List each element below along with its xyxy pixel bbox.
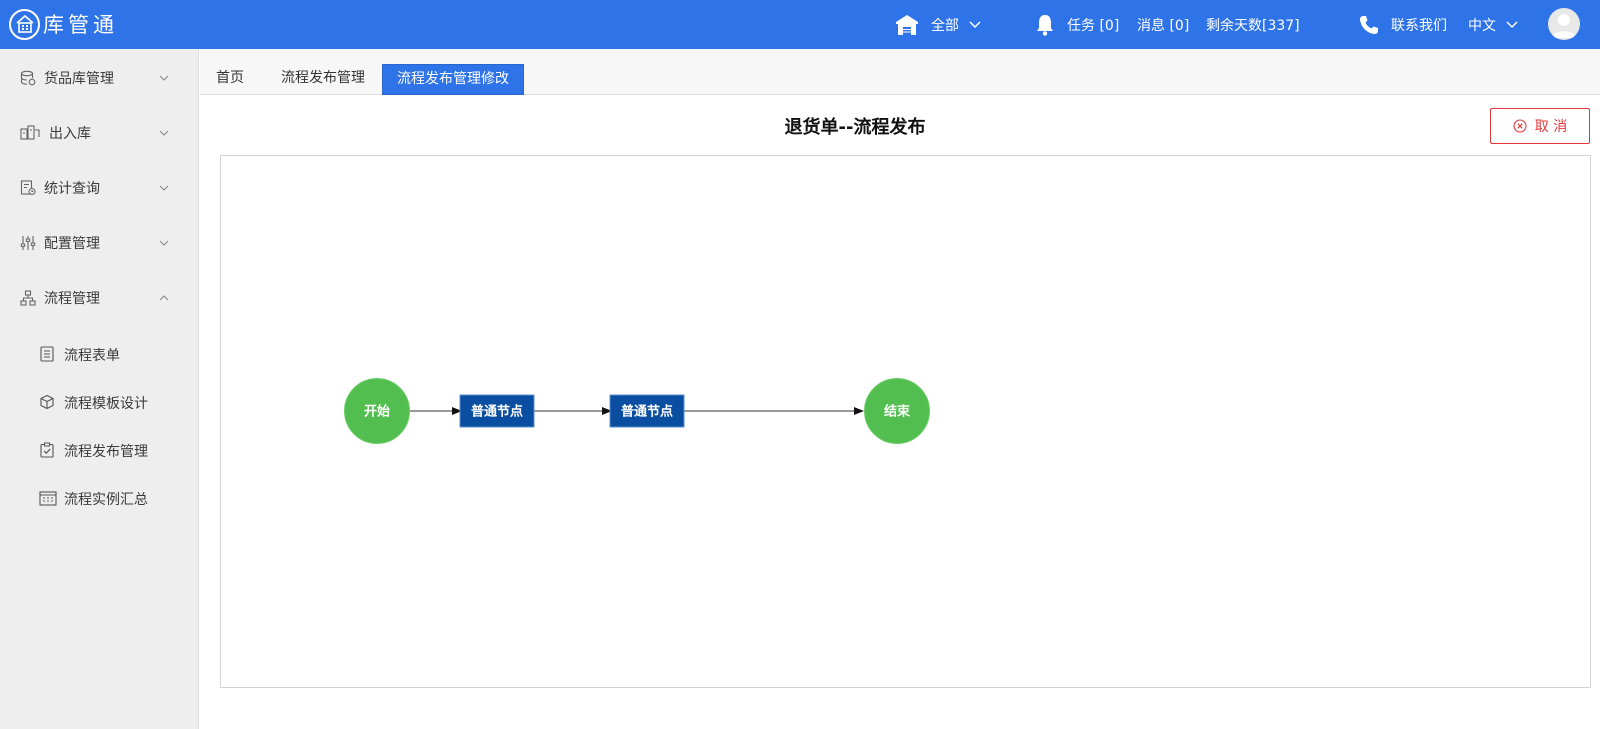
sidebar-item-label: 流程管理 [44, 291, 100, 307]
days-left: 剩余天数[337] [1206, 0, 1300, 49]
flow-diagram: 开始 普通节点 普通节点 结束 [344, 378, 930, 444]
tasks-count: 任务 [0] [1067, 17, 1120, 34]
sidebar-item-label: 配置管理 [44, 236, 100, 252]
chevron-down-icon [159, 75, 169, 81]
chevron-down-icon [969, 20, 981, 28]
sidebar-subitem-label: 流程模板设计 [64, 396, 148, 412]
sidebar-item-statistics[interactable]: 统计查询 [0, 168, 199, 208]
sidebar: 货品库管理 出入库 统计查询 配置管理 流程管理 流程表单 流程模板设计 流程发… [0, 49, 199, 729]
messages-link[interactable]: 消息 [0] [1137, 0, 1189, 49]
warehouse-logo-icon [9, 8, 40, 40]
flow-canvas[interactable]: 开始 普通节点 普通节点 结束 [220, 155, 1591, 688]
tasks-link[interactable]: 任务 [0] [1035, 0, 1119, 49]
chevron-up-icon [159, 295, 169, 301]
phone-icon [1360, 15, 1378, 34]
user-avatar[interactable] [1548, 8, 1580, 40]
calendar-grid-icon [39, 491, 57, 506]
app-name: 库管通 [43, 13, 118, 37]
form-icon [40, 346, 54, 362]
tab-home[interactable]: 首页 [200, 64, 260, 95]
sidebar-item-inout[interactable]: 出入库 [0, 113, 199, 153]
top-header: 库管通 全部 任务 [0] 消息 [0] 剩余天数[337] 联系我们 中文 [0, 0, 1600, 49]
sidebar-subitem-flow-instances[interactable]: 流程实例汇总 [0, 478, 199, 518]
sliders-icon [20, 236, 36, 250]
warehouse-icon [896, 14, 918, 35]
sidebar-item-label: 货品库管理 [44, 71, 114, 87]
sidebar-subitem-label: 流程表单 [64, 348, 120, 364]
report-icon [20, 180, 36, 196]
flow-node-start[interactable]: 开始 [344, 378, 410, 444]
clipboard-check-icon [40, 442, 54, 458]
warehouse-label: 全部 [931, 17, 959, 34]
cancel-button[interactable]: 取 消 [1490, 108, 1590, 144]
sidebar-item-label: 出入库 [49, 126, 91, 142]
inout-icon [20, 125, 40, 140]
chevron-down-icon [159, 185, 169, 191]
sidebar-subitem-flow-template[interactable]: 流程模板设计 [0, 382, 199, 422]
sidebar-item-label: 统计查询 [44, 181, 100, 197]
chevron-down-icon [159, 130, 169, 136]
cancel-label: 取 消 [1534, 119, 1568, 135]
sidebar-item-config[interactable]: 配置管理 [0, 223, 199, 263]
chevron-down-icon [159, 240, 169, 246]
page-title: 退货单--流程发布 [784, 117, 926, 138]
sidebar-item-inventory[interactable]: 货品库管理 [0, 58, 199, 98]
tab-label: 首页 [216, 70, 244, 86]
flow-node-normal[interactable]: 普通节点 [459, 394, 535, 428]
contact-us-label: 联系我们 [1391, 17, 1447, 34]
flow-node-label: 普通节点 [621, 404, 673, 420]
messages-count: 消息 [0] [1137, 17, 1190, 34]
close-circle-icon [1513, 119, 1527, 133]
tab-bar: 首页 流程发布管理 流程发布管理修改 [200, 49, 1600, 95]
sidebar-subitem-flow-form[interactable]: 流程表单 [0, 334, 199, 374]
tab-flow-publish[interactable]: 流程发布管理 [272, 64, 374, 95]
tab-label: 流程发布管理 [281, 70, 365, 86]
contact-us-link[interactable]: 联系我们 [1359, 0, 1447, 49]
flow-node-label: 结束 [884, 404, 911, 420]
chevron-down-icon [1506, 20, 1518, 28]
days-left-label: 剩余天数[337] [1206, 17, 1300, 34]
user-icon [1552, 14, 1576, 38]
flow-node-end[interactable]: 结束 [864, 378, 930, 444]
sidebar-subitem-flow-publish[interactable]: 流程发布管理 [0, 430, 199, 470]
language-selector[interactable]: 中文 [1468, 0, 1518, 49]
flow-node-normal[interactable]: 普通节点 [609, 394, 685, 428]
cube-icon [40, 394, 54, 410]
warehouse-selector[interactable]: 全部 [895, 0, 981, 49]
sidebar-subitem-label: 流程发布管理 [64, 444, 148, 460]
database-icon [20, 70, 36, 86]
app-logo[interactable]: 库管通 [9, 8, 118, 40]
tab-label: 流程发布管理修改 [397, 71, 509, 87]
sidebar-subitem-label: 流程实例汇总 [64, 492, 148, 508]
bell-icon [1037, 14, 1053, 36]
tab-flow-publish-edit[interactable]: 流程发布管理修改 [382, 64, 524, 95]
flow-node-label: 普通节点 [471, 404, 523, 420]
language-label: 中文 [1468, 17, 1496, 34]
sidebar-item-workflow[interactable]: 流程管理 [0, 278, 199, 318]
flow-node-label: 开始 [364, 404, 390, 420]
workflow-icon [20, 290, 36, 306]
